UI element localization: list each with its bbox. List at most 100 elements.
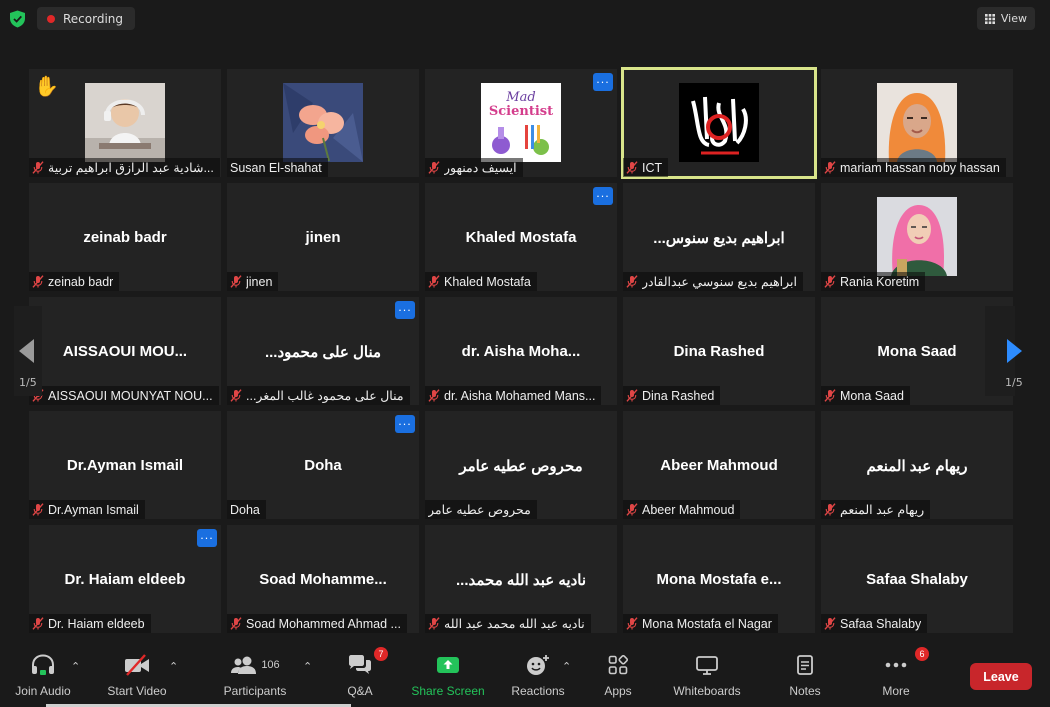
mic-muted-icon [626,617,638,630]
participant-name-label: zeinab badr [29,272,120,291]
participant-tile[interactable]: ...منال على محمود ··· ...منال على محمود غا… [227,297,419,405]
qa-button[interactable]: 7 Q&A [340,647,388,700]
tile-more-options-button[interactable]: ··· [593,187,613,205]
participant-name: Mona Saad [840,388,904,403]
participant-name: zeinab badr [48,274,114,289]
participant-display-name: Dr.Ayman Ismail [66,457,184,474]
arrow-right-icon [1007,339,1022,363]
participant-display-name: محروص عطيه عامر [459,458,583,475]
participant-name: ريهام عبد المنعم [840,503,925,517]
apps-button[interactable]: Apps [598,650,638,700]
participant-display-name: ...ابراهيم بديع سنوس [653,230,785,247]
participant-tile[interactable]: ريهام عبد المنعم ريهام عبد المنعم [821,411,1013,519]
participant-tile[interactable]: Dr.Ayman Ismail Dr.Ayman Ismail [29,411,221,519]
participant-display-name: Dina Rashed [673,343,765,360]
participant-display-name: zeinab badr [83,229,167,246]
recording-dot-icon [47,14,55,23]
notes-icon [797,655,813,675]
whiteboards-button[interactable]: Whiteboards [669,650,745,700]
audio-options-caret-icon[interactable]: ⌃ [71,660,80,673]
participant-name-label: Abeer Mahmoud [623,500,741,519]
participant-tile[interactable]: zeinab badr zeinab badr [29,183,221,291]
participant-name-label: Dr.Ayman Ismail [29,500,145,519]
recording-indicator[interactable]: Recording [37,7,136,30]
reactions-button[interactable]: Reactions [510,650,566,700]
reactions-options-caret-icon[interactable]: ⌃ [562,660,571,673]
emoji-reactions-icon [527,655,549,675]
mic-muted-icon [824,161,836,174]
mic-muted-icon [32,617,44,630]
mic-muted-icon [626,161,638,174]
participant-name-label: ريهام عبد المنعم [821,500,931,519]
tile-more-options-button[interactable]: ··· [395,415,415,433]
tile-more-options-button[interactable]: ··· [593,73,613,91]
participant-name: ناديه عبد الله محمد عبد الله [444,617,585,631]
reactions-label: Reactions [511,684,565,698]
participant-tile[interactable]: Soad Mohamme... Soad Mohammed Ahmad ... [227,525,419,633]
participant-name: Abeer Mahmoud [642,502,735,517]
participant-name: ايسيف دمنهور [444,161,517,175]
participant-display-name: Safaa Shalaby [866,571,968,588]
participant-tile[interactable]: Abeer Mahmoud Abeer Mahmoud [623,411,815,519]
tile-more-options-button[interactable]: ··· [395,301,415,319]
participant-video-thumbnail [679,83,759,162]
participant-name: AISSAOUI MOUNYAT NOU... [48,388,213,403]
more-button[interactable]: 6 More [876,647,929,700]
mic-muted-icon [428,275,440,288]
participants-options-caret-icon[interactable]: ⌃ [303,660,312,673]
participant-tile[interactable]: Safaa Shalaby Safaa Shalaby [821,525,1013,633]
participant-tile[interactable]: Dr. Haiam eldeeb ··· Dr. Haiam eldeeb [29,525,221,633]
participant-display-name: Khaled Mostafa [465,229,577,246]
participant-name: محروص عطيه عامر [428,503,531,517]
participant-tile[interactable]: Doha ··· Doha [227,411,419,519]
shield-check-icon[interactable] [9,10,26,28]
video-off-icon [125,654,149,676]
notes-button[interactable]: Notes [782,650,828,700]
mic-muted-icon [32,275,44,288]
arrow-left-icon [19,339,34,363]
participant-name-label: Soad Mohammed Ahmad ... [227,614,407,633]
participant-tile[interactable]: Rania Koretim [821,183,1013,291]
participant-name-label: Doha [227,500,266,519]
participant-tile[interactable]: Susan El-shahat [227,69,419,177]
view-button[interactable]: View [976,7,1035,30]
join-audio-button[interactable]: Join Audio [12,650,74,700]
participant-name-label: Susan El-shahat [227,158,328,177]
tile-more-options-button[interactable]: ··· [197,529,217,547]
leave-button[interactable]: Leave [970,663,1032,690]
participant-tile[interactable]: Mad Scientist ··· ايسيف دمنهور [425,69,617,177]
participant-name: ...منال على محمود غالب المغر [246,389,404,403]
participant-tile[interactable]: محروص عطيه عامر محروص عطيه عامر [425,411,617,519]
participant-tile[interactable]: ✋ شادية عبد الرازق ابراهيم تربية... [29,69,221,177]
join-audio-label: Join Audio [15,684,71,698]
participant-display-name: Mona Mostafa e... [656,571,782,588]
participant-tile[interactable]: dr. Aisha Moha... dr. Aisha Mohamed Mans.… [425,297,617,405]
participant-tile[interactable]: ...ابراهيم بديع سنوس ابراهيم بديع سنوسي ع… [623,183,815,291]
participant-video-thumbnail [877,197,957,276]
whiteboard-icon [696,656,718,675]
participant-name-label: Rania Koretim [821,272,926,291]
participant-tile[interactable]: mariam hassan noby hassan [821,69,1013,177]
participant-tile[interactable]: AISSAOUI MOU... AISSAOUI MOUNYAT NOU... [29,297,221,405]
start-video-label: Start Video [107,684,167,698]
share-screen-button[interactable]: Share Screen [411,650,485,700]
participant-name-label: Safaa Shalaby [821,614,928,633]
apps-icon [608,655,628,675]
mic-muted-icon [626,389,638,402]
video-options-caret-icon[interactable]: ⌃ [169,660,178,673]
participant-name: ابراهيم بديع سنوسي عبدالقادر [642,275,797,289]
participant-name-label: ناديه عبد الله محمد عبد الله [425,614,591,633]
participant-tile[interactable]: Mona Mostafa e... Mona Mostafa el Nagar [623,525,815,633]
share-screen-icon [437,657,459,673]
participant-tile[interactable]: Dina Rashed Dina Rashed [623,297,815,405]
participant-tile[interactable]: ...ناديه عبد الله محمد ناديه عبد الله محم… [425,525,617,633]
start-video-button[interactable]: Start Video [104,650,170,700]
participant-tile[interactable]: Khaled Mostafa ··· Khaled Mostafa [425,183,617,291]
svg-text:Scientist: Scientist [489,104,553,119]
mic-muted-icon [32,503,44,516]
participant-tile[interactable]: ICT [621,67,817,179]
participant-tile[interactable]: jinen jinen [227,183,419,291]
participants-button[interactable]: 106 Participants [222,650,288,700]
participant-name: Mona Mostafa el Nagar [642,616,772,631]
participant-display-name: Doha [304,457,342,474]
